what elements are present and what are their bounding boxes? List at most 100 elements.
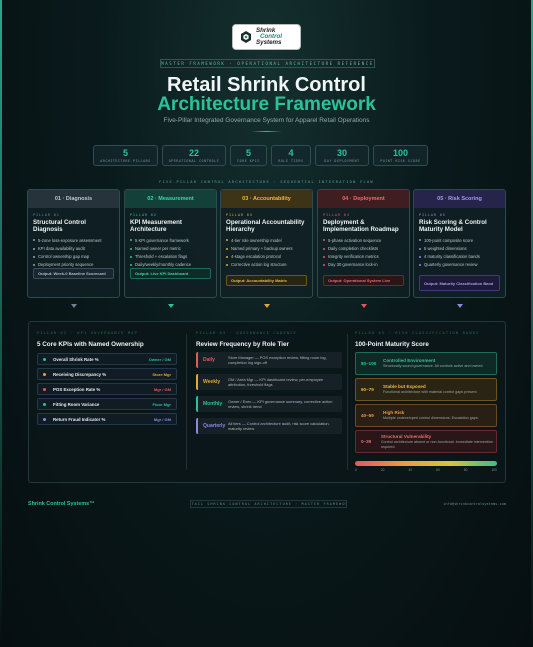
pillar-item: 5 KPI governance framework <box>130 238 211 243</box>
risk-section-title: 100-Point Maturity Score <box>355 341 429 348</box>
pillar-tag: PILLAR 04 <box>323 213 350 217</box>
status-dot-icon <box>43 387 46 391</box>
cadence-section-title: Review Frequency by Role Tier <box>196 341 289 348</box>
stat-label: DAY DEPLOYMENT <box>324 159 360 163</box>
pillar-output: Output: Week-0 Baseline Scorecard <box>33 268 114 279</box>
page-subtitle: Five-Pillar Integrated Governance System… <box>163 117 370 124</box>
pillar-tag: PILLAR 02 <box>130 213 157 217</box>
pillar-header: 04 · Deployment <box>318 190 409 208</box>
pillar-title: Deployment & Implementation Roadmap <box>323 219 399 234</box>
flow-arrow-icon <box>71 304 77 308</box>
maturity-scale-bar <box>355 461 497 466</box>
column-divider <box>186 334 187 470</box>
pillar-item: Control ownership gap map <box>33 254 114 259</box>
pillar-item: Daily/weekly/monthly cadence <box>130 262 211 267</box>
page-title-accent: Architecture Framework <box>157 94 376 115</box>
pillar-item: 5-zone loss-exposure assessment <box>33 238 114 243</box>
pillar-output: Output: Accountability Matrix <box>226 275 307 286</box>
stat-label: ROLE TIERS <box>278 159 304 163</box>
pillar-item: KPI data availability audit <box>33 246 114 251</box>
pillar-item: 5-phase activation sequence <box>323 238 404 243</box>
kpi-section-title: 5 Core KPIs with Named Ownership <box>37 341 144 348</box>
logo-line3: Systems <box>256 39 282 46</box>
pillar-title: Operational Accountability Hierarchy <box>226 219 305 234</box>
status-dot-icon <box>43 357 46 361</box>
stat-value: 100 <box>392 148 409 158</box>
risk-band: 60–79 Stable but Exposed Functional archi… <box>355 378 497 401</box>
footer: Shrink Control Systems™ RETAIL SHRINK CO… <box>28 500 506 510</box>
pillar-item: 100-point composite score <box>419 238 500 243</box>
pillar-output: Output: Live KPI Dashboard <box>130 268 211 279</box>
pillar-output: Output: Maturity Classification Band <box>419 275 500 291</box>
stat-card: 5 CORE KPIS <box>230 145 267 166</box>
pillar-item: Threshold + escalation flags <box>130 254 211 259</box>
cadence-row: Quarterly All tiers — Control architectur… <box>196 418 342 434</box>
stat-card: 4 ROLE TIERS <box>271 145 311 166</box>
stat-value: 30 <box>336 148 347 158</box>
pillar-item: Integrity verification metrics <box>323 254 404 259</box>
pillar-card-deployment: 04 · Deployment PILLAR 04 Deployment & I… <box>317 189 410 298</box>
pillar-card-accountability: 03 · Accountability PILLAR 03 Operationa… <box>220 189 313 298</box>
logo-mark-icon <box>241 31 251 43</box>
pillar-item: Deployment priority sequence <box>33 262 114 267</box>
pillar-item: 4 maturity classification bands <box>419 254 500 259</box>
stat-label: OPERATIONAL CONTROLS <box>168 159 220 163</box>
pillar-tag: PILLAR 01 <box>33 213 60 217</box>
maturity-scale-ticks: 0 20 40 60 80 100 <box>355 468 497 472</box>
pillar-tag: PILLAR 03 <box>226 213 253 217</box>
kpi-row: POS Exception Rate % Mgr / GM <box>37 383 177 395</box>
kpi-row: Receiving Discrepancy % Store Mgr <box>37 368 177 380</box>
stat-card: 30 DAY DEPLOYMENT <box>315 145 369 166</box>
pillar-item: Quarterly governance review <box>419 262 500 267</box>
stat-card: 22 OPERATIONAL CONTROLS <box>162 145 226 166</box>
pillar-item: Corrective action log structure <box>226 262 307 267</box>
pillar-item: 4-tier role ownership model <box>226 238 307 243</box>
stat-value: 4 <box>288 148 294 158</box>
pillar-item: Named owner per metric <box>130 246 211 251</box>
pillar-card-risk-scoring: 05 · Risk Scoring PILLAR 05 Risk Scoring… <box>413 189 506 298</box>
pillar-card-measurement: 02 · Measurement PILLAR 02 KPI Measureme… <box>124 189 217 298</box>
risk-band: 0–39 Structural Vulnerability Control arc… <box>355 430 497 453</box>
risk-band: 80–100 Controlled Environment Structurall… <box>355 352 497 375</box>
flow-label: FIVE-PILLAR CONTROL ARCHITECTURE · SEQUE… <box>159 180 374 184</box>
stat-label: POINT RISK SCORE <box>380 159 421 163</box>
pillar-item: 4-stage escalation protocol <box>226 254 307 259</box>
cadence-section-tag: PILLAR 03 · GOVERNANCE CADENCE <box>196 331 297 335</box>
flow-arrow-icon <box>361 304 367 308</box>
stat-label: CORE KPIS <box>237 159 260 163</box>
status-dot-icon <box>43 372 46 376</box>
logo-wordmark: Shrink Control Systems <box>256 27 282 46</box>
pillar-title: Risk Scoring & Control Maturity Model <box>419 219 487 234</box>
cadence-row: Monthly Owner / Exec — KPI governance sum… <box>196 396 342 412</box>
cadence-row: Daily Store Manager — POS exception revie… <box>196 352 342 368</box>
status-dot-icon <box>43 417 46 421</box>
pillar-header: 05 · Risk Scoring <box>414 190 505 208</box>
pillar-item: 5 weighted dimensions <box>419 246 500 251</box>
stat-label: ARCHITECTURE PILLARS <box>100 159 151 163</box>
kpi-row: Return Fraud Indicator % Mgr / GM <box>37 413 177 425</box>
pillar-item: Day 30 governance lock-in <box>323 262 404 267</box>
pillar-header: 02 · Measurement <box>125 190 216 208</box>
footer-email[interactable]: info@shrinkcontrolsystems.com <box>443 502 506 506</box>
stats-row: 5 ARCHITECTURE PILLARS 22 OPERATIONAL CO… <box>93 145 428 166</box>
kpi-row: Overall Shrink Rate % Owner / GM <box>37 353 177 365</box>
footer-tagline: RETAIL SHRINK CONTROL ARCHITECTURE · MAS… <box>190 500 347 508</box>
pillar-title: Structural Control Diagnosis <box>33 219 86 234</box>
risk-band: 40–59 High Risk Multiple undeveloped cont… <box>355 404 497 427</box>
flow-arrow-icon <box>168 304 174 308</box>
pillar-header: 01 · Diagnosis <box>28 190 119 208</box>
status-dot-icon <box>43 402 46 406</box>
cadence-row: Weekly GM / Area Mgr — KPI dashboard revi… <box>196 374 342 390</box>
pillar-tag: PILLAR 05 <box>419 213 446 217</box>
pillar-item: Named primary + backup owners <box>226 246 307 251</box>
detail-panel: PILLAR 02 · KPI GOVERNANCE MAP 5 Core KP… <box>28 321 506 483</box>
flow-arrow-icon <box>457 304 463 308</box>
flow-arrow-icon <box>264 304 270 308</box>
stat-card: 5 ARCHITECTURE PILLARS <box>93 145 158 166</box>
column-divider <box>347 334 348 470</box>
kpi-section-tag: PILLAR 02 · KPI GOVERNANCE MAP <box>37 331 138 335</box>
pillar-title: KPI Measurement Architecture <box>130 219 182 234</box>
stat-value: 22 <box>188 148 199 158</box>
pillar-header: 03 · Accountability <box>221 190 312 208</box>
pillar-card-diagnosis: 01 · Diagnosis PILLAR 01 Structural Cont… <box>27 189 120 298</box>
